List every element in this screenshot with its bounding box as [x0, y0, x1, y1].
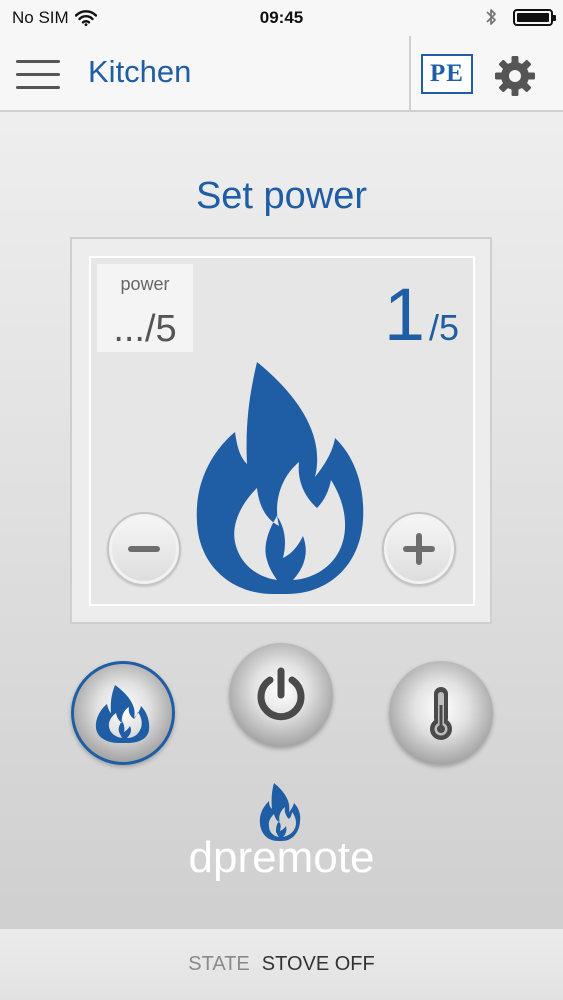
power-icon: [257, 667, 305, 721]
pe-logo: PE: [421, 54, 473, 94]
dpremote-wordmark-remote: remote: [237, 833, 375, 882]
state-label: STATE: [188, 953, 250, 975]
state-value: STOVE OFF: [261, 953, 375, 975]
plus-icon: [403, 533, 435, 565]
current-power-readout: 1/5: [384, 278, 459, 352]
status-bar: No SIM 09:45: [0, 0, 563, 36]
power-panel-inner: power .../5 1/5: [89, 256, 475, 606]
decrease-power-button[interactable]: [107, 512, 181, 586]
dpremote-wordmark: dpremote: [0, 833, 563, 883]
target-power-value: .../5: [113, 308, 177, 350]
current-power-max: /5: [428, 307, 459, 348]
flame-icon: [95, 685, 150, 743]
target-power-box: power .../5: [97, 264, 193, 352]
hamburger-menu-icon[interactable]: [16, 56, 60, 92]
increase-power-button[interactable]: [382, 512, 456, 586]
room-title: Kitchen: [88, 54, 192, 89]
target-power-label: power: [120, 274, 170, 294]
state-footer: STATE STOVE OFF: [0, 928, 563, 1000]
status-right-group: [485, 7, 556, 27]
nav-divider: [409, 36, 411, 112]
power-panel: power .../5 1/5: [70, 237, 492, 624]
gear-icon[interactable]: [493, 54, 537, 98]
nav-bar: Kitchen PE: [0, 36, 563, 112]
page-title: Set power: [195, 175, 368, 217]
flame-icon: [196, 362, 364, 594]
power-toggle-button[interactable]: [229, 643, 333, 747]
battery-icon: [513, 8, 556, 26]
flame-mode-button[interactable]: [71, 661, 175, 765]
bluetooth-icon: [486, 9, 496, 25]
minus-icon: [128, 546, 160, 552]
temperature-mode-button[interactable]: [389, 661, 493, 765]
thermometer-icon: [430, 687, 452, 740]
dpremote-wordmark-dp: dp: [188, 833, 238, 882]
current-power-value: 1: [383, 273, 425, 356]
clock: 09:45: [259, 8, 304, 27]
